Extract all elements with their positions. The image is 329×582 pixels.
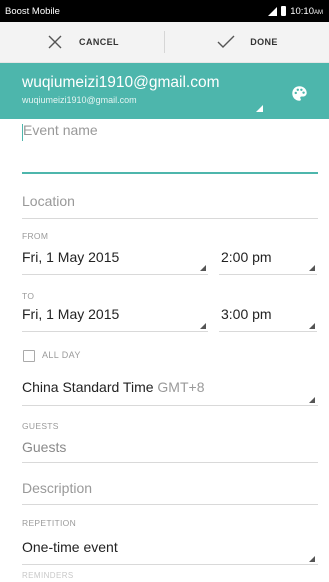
action-bar: CANCEL DONE <box>0 22 329 63</box>
account-selector[interactable]: wuqiumeizi1910@gmail.com wuqiumeizi1910@… <box>0 63 329 119</box>
event-name-underline <box>22 172 318 174</box>
status-icons: 10:10AM <box>268 6 323 17</box>
reminders-label: REMINDERS <box>22 571 74 580</box>
done-button[interactable]: DONE <box>165 22 329 62</box>
status-bar: Boost Mobile 10:10AM <box>0 0 329 22</box>
to-time-picker[interactable]: 3:00 pm <box>221 306 272 322</box>
cancel-button[interactable]: CANCEL <box>0 22 164 62</box>
from-date-underline <box>22 274 208 275</box>
to-date-underline <box>22 331 208 332</box>
carrier-name: Boost Mobile <box>5 5 60 17</box>
from-time-underline <box>219 274 317 275</box>
battery-icon <box>281 6 287 16</box>
description-input[interactable]: Description <box>22 468 318 506</box>
description-underline <box>22 504 318 505</box>
account-name: wuqiumeizi1910@gmail.com <box>22 74 220 91</box>
to-date-picker[interactable]: Fri, 1 May 2015 <box>22 306 119 322</box>
repetition-label: REPETITION <box>22 518 77 528</box>
signal-icon <box>268 6 278 16</box>
check-icon <box>216 32 236 52</box>
timezone-selector[interactable]: China Standard Time GMT+8 <box>22 379 205 395</box>
to-date-dropdown-icon <box>200 323 206 329</box>
to-label: TO <box>22 291 35 301</box>
account-email: wuqiumeizi1910@gmail.com <box>22 95 137 105</box>
timezone-underline <box>22 405 318 406</box>
from-time-picker[interactable]: 2:00 pm <box>221 249 272 265</box>
repetition-dropdown-icon <box>309 556 315 562</box>
description-placeholder: Description <box>22 480 93 496</box>
done-label: DONE <box>250 37 278 47</box>
dropdown-arrow-icon <box>256 105 263 112</box>
all-day-checkbox[interactable] <box>23 350 35 362</box>
location-input[interactable]: Location <box>22 180 318 220</box>
palette-icon[interactable] <box>291 85 308 102</box>
event-name-input[interactable]: Event name <box>22 120 318 176</box>
location-placeholder: Location <box>22 193 75 209</box>
to-time-dropdown-icon <box>309 323 315 329</box>
from-time-dropdown-icon <box>309 265 315 271</box>
timezone-offset: GMT+8 <box>157 379 205 395</box>
timezone-dropdown-icon <box>309 397 315 403</box>
to-time-underline <box>219 331 317 332</box>
guests-placeholder: Guests <box>22 439 67 455</box>
from-label: FROM <box>22 231 49 241</box>
guests-label: GUESTS <box>22 421 59 431</box>
repetition-underline <box>22 564 318 565</box>
cancel-label: CANCEL <box>79 37 119 47</box>
close-icon <box>45 32 65 52</box>
guests-underline <box>22 462 318 463</box>
location-underline <box>22 218 318 219</box>
status-time: 10:10AM <box>290 5 323 17</box>
event-name-placeholder: Event name <box>23 122 98 138</box>
repetition-selector[interactable]: One-time event <box>22 539 118 555</box>
from-date-dropdown-icon <box>200 265 206 271</box>
from-date-picker[interactable]: Fri, 1 May 2015 <box>22 249 119 265</box>
all-day-label: ALL DAY <box>42 350 81 360</box>
timezone-name: China Standard Time <box>22 379 154 395</box>
guests-input[interactable]: Guests <box>22 436 318 466</box>
